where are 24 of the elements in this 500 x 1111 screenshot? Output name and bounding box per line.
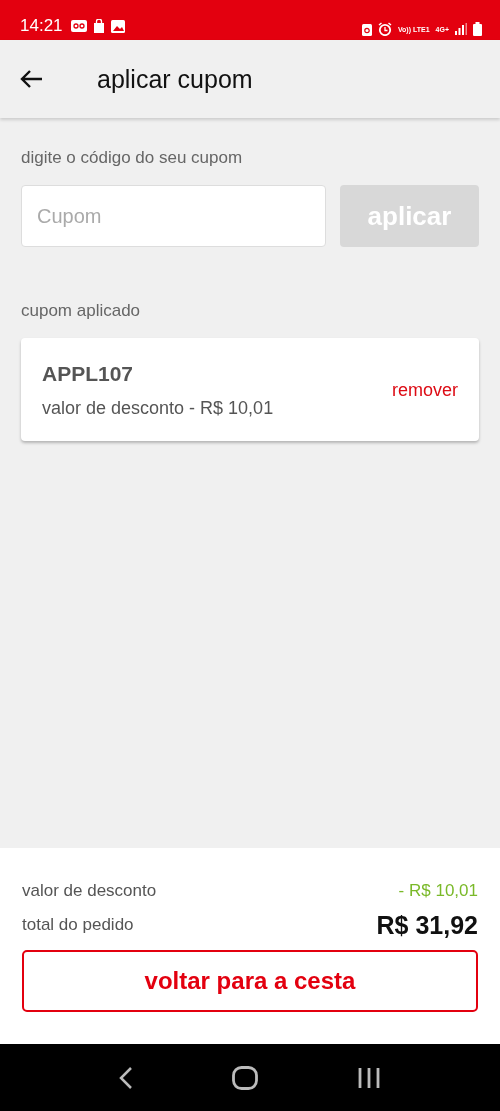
section-label: cupom aplicado [21, 301, 142, 321]
page-title: aplicar cupom [97, 64, 253, 94]
back-nav-icon [119, 1066, 134, 1089]
summary-label: valor de desconto [22, 881, 157, 901]
status-time: 14:21 [20, 16, 63, 36]
home-nav-icon [232, 1065, 258, 1090]
summary-value: R$ 31,92 [376, 910, 478, 940]
signal-icon [455, 23, 467, 35]
shopping-bag-icon [92, 19, 105, 33]
field-label: digite o código do seu cupom [21, 148, 244, 168]
summary-value: - R$ 10,01 [398, 881, 478, 901]
summary-label: total do pedido [22, 915, 134, 935]
remove-link[interactable]: remover [392, 380, 458, 401]
image-icon [110, 19, 125, 33]
coupon-discount: valor de desconto - R$ 10,01 [42, 398, 274, 419]
back-arrow-icon [19, 69, 43, 89]
coupon-code: APPL107 [42, 362, 135, 386]
recents-nav-icon [356, 1066, 381, 1089]
battery-icon [473, 22, 482, 36]
back-to-basket-button[interactable]: voltar para a cesta [22, 950, 478, 1012]
alarm-icon [377, 22, 392, 36]
coupon-field[interactable]: Cupom [21, 185, 326, 247]
battery-saver-icon [361, 22, 372, 36]
voicemail-icon [70, 20, 87, 32]
